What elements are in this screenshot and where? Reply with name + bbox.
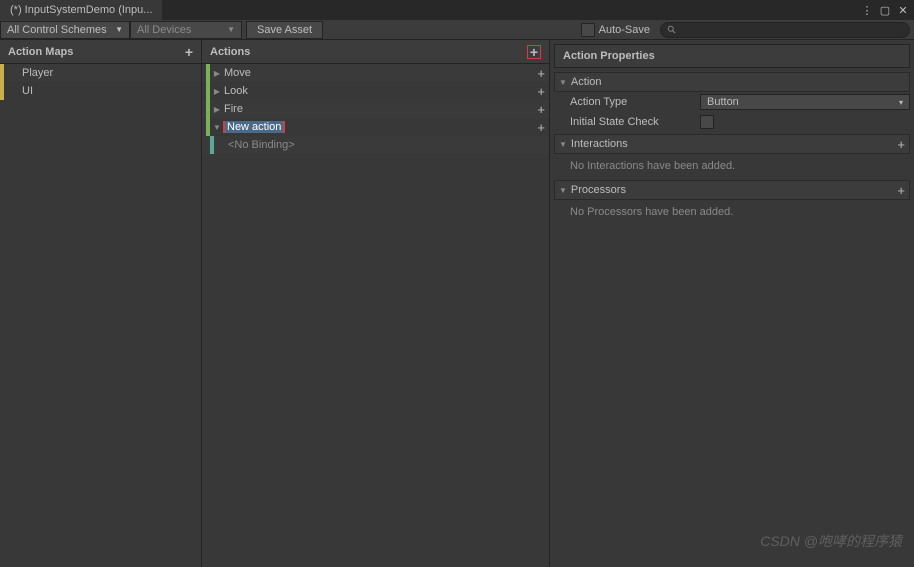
panel-title: Action Maps <box>8 46 73 58</box>
color-bar <box>0 64 4 82</box>
autosave-checkbox[interactable] <box>581 23 595 37</box>
color-bar <box>206 100 210 118</box>
devices-dropdown[interactable]: All Devices ▼ <box>130 21 242 39</box>
section-title: Interactions <box>571 138 897 150</box>
panel-title: Action Properties <box>563 50 655 62</box>
select-value: Button <box>707 96 739 108</box>
action-properties-panel: Action Properties ▼ Action Action Type B… <box>550 40 914 567</box>
panel-title: Actions <box>210 46 250 58</box>
processors-empty-text: No Processors have been added. <box>554 200 910 224</box>
action-item[interactable]: ▶ Look + <box>202 82 549 100</box>
action-label: Move <box>222 67 537 79</box>
autosave-label: Auto-Save <box>599 24 650 36</box>
chevron-down-icon: ▼ <box>227 25 235 34</box>
chevron-down-icon: ▾ <box>899 98 903 107</box>
initial-state-check-field: Initial State Check <box>554 112 910 132</box>
add-binding-button[interactable]: + <box>537 66 545 81</box>
foldout-icon[interactable]: ▶ <box>212 69 222 78</box>
foldout-icon[interactable]: ▶ <box>212 105 222 114</box>
action-map-label: UI <box>8 85 197 97</box>
color-bar <box>206 64 210 82</box>
control-schemes-dropdown[interactable]: All Control Schemes ▼ <box>0 21 130 39</box>
section-title: Processors <box>571 184 897 196</box>
save-asset-button[interactable]: Save Asset <box>246 21 323 39</box>
foldout-icon[interactable]: ▼ <box>212 123 222 132</box>
action-maps-panel: Action Maps + Player UI <box>0 40 202 567</box>
interactions-section-header[interactable]: ▼ Interactions + <box>554 134 910 154</box>
action-item[interactable]: ▼ New action + <box>202 118 549 136</box>
binding-item[interactable]: <No Binding> <box>202 136 549 154</box>
action-maps-header: Action Maps + <box>0 40 201 64</box>
foldout-icon: ▼ <box>559 140 567 149</box>
action-map-item[interactable]: Player <box>0 64 201 82</box>
section-title: Action <box>571 76 905 88</box>
window-controls: ⋮ ▢ ✕ <box>860 4 914 17</box>
action-type-field: Action Type Button ▾ <box>554 92 910 112</box>
foldout-icon: ▼ <box>559 78 567 87</box>
color-bar <box>206 118 210 136</box>
color-bar <box>210 136 214 154</box>
action-label: Fire <box>222 103 537 115</box>
menu-icon[interactable]: ⋮ <box>860 4 874 17</box>
foldout-icon[interactable]: ▶ <box>212 87 222 96</box>
field-label: Action Type <box>570 96 700 108</box>
actions-list: ▶ Move + ▶ Look + ▶ Fire + ▼ New action … <box>202 64 549 567</box>
action-item[interactable]: ▶ Fire + <box>202 100 549 118</box>
action-map-item[interactable]: UI <box>0 82 201 100</box>
add-binding-button[interactable]: + <box>537 84 545 99</box>
close-icon[interactable]: ✕ <box>896 4 910 17</box>
dropdown-label: All Devices <box>137 24 191 36</box>
add-action-map-button[interactable]: + <box>185 44 193 60</box>
add-action-button[interactable]: + <box>527 45 541 59</box>
interactions-empty-text: No Interactions have been added. <box>554 154 910 178</box>
color-bar <box>206 82 210 100</box>
window-tabbar: (*) InputSystemDemo (Inpu... ⋮ ▢ ✕ <box>0 0 914 20</box>
binding-label: <No Binding> <box>226 139 545 151</box>
field-label: Initial State Check <box>570 116 700 128</box>
maximize-icon[interactable]: ▢ <box>878 4 892 17</box>
toolbar: All Control Schemes ▼ All Devices ▼ Save… <box>0 20 914 40</box>
action-label: Look <box>222 85 537 97</box>
action-rename-input[interactable]: New action <box>224 121 284 133</box>
add-processor-button[interactable]: + <box>897 183 905 198</box>
search-icon <box>667 25 677 35</box>
initial-state-checkbox[interactable] <box>700 115 714 129</box>
action-item[interactable]: ▶ Move + <box>202 64 549 82</box>
processors-section-header[interactable]: ▼ Processors + <box>554 180 910 200</box>
actions-panel: Actions + ▶ Move + ▶ Look + ▶ Fire + <box>202 40 550 567</box>
action-map-label: Player <box>8 67 197 79</box>
search-input[interactable] <box>660 22 910 38</box>
add-binding-button[interactable]: + <box>537 102 545 117</box>
window-tab[interactable]: (*) InputSystemDemo (Inpu... <box>0 0 162 20</box>
dropdown-label: All Control Schemes <box>7 24 107 36</box>
action-section-header[interactable]: ▼ Action <box>554 72 910 92</box>
properties-header: Action Properties <box>554 44 910 68</box>
chevron-down-icon: ▼ <box>115 25 123 34</box>
foldout-icon: ▼ <box>559 186 567 195</box>
actions-header: Actions + <box>202 40 549 64</box>
add-interaction-button[interactable]: + <box>897 137 905 152</box>
color-bar <box>0 82 4 100</box>
action-maps-list: Player UI <box>0 64 201 567</box>
add-binding-button[interactable]: + <box>537 120 545 135</box>
main-area: Action Maps + Player UI Actions + ▶ Move… <box>0 40 914 567</box>
action-type-dropdown[interactable]: Button ▾ <box>700 94 910 110</box>
action-label: New action <box>222 121 537 133</box>
